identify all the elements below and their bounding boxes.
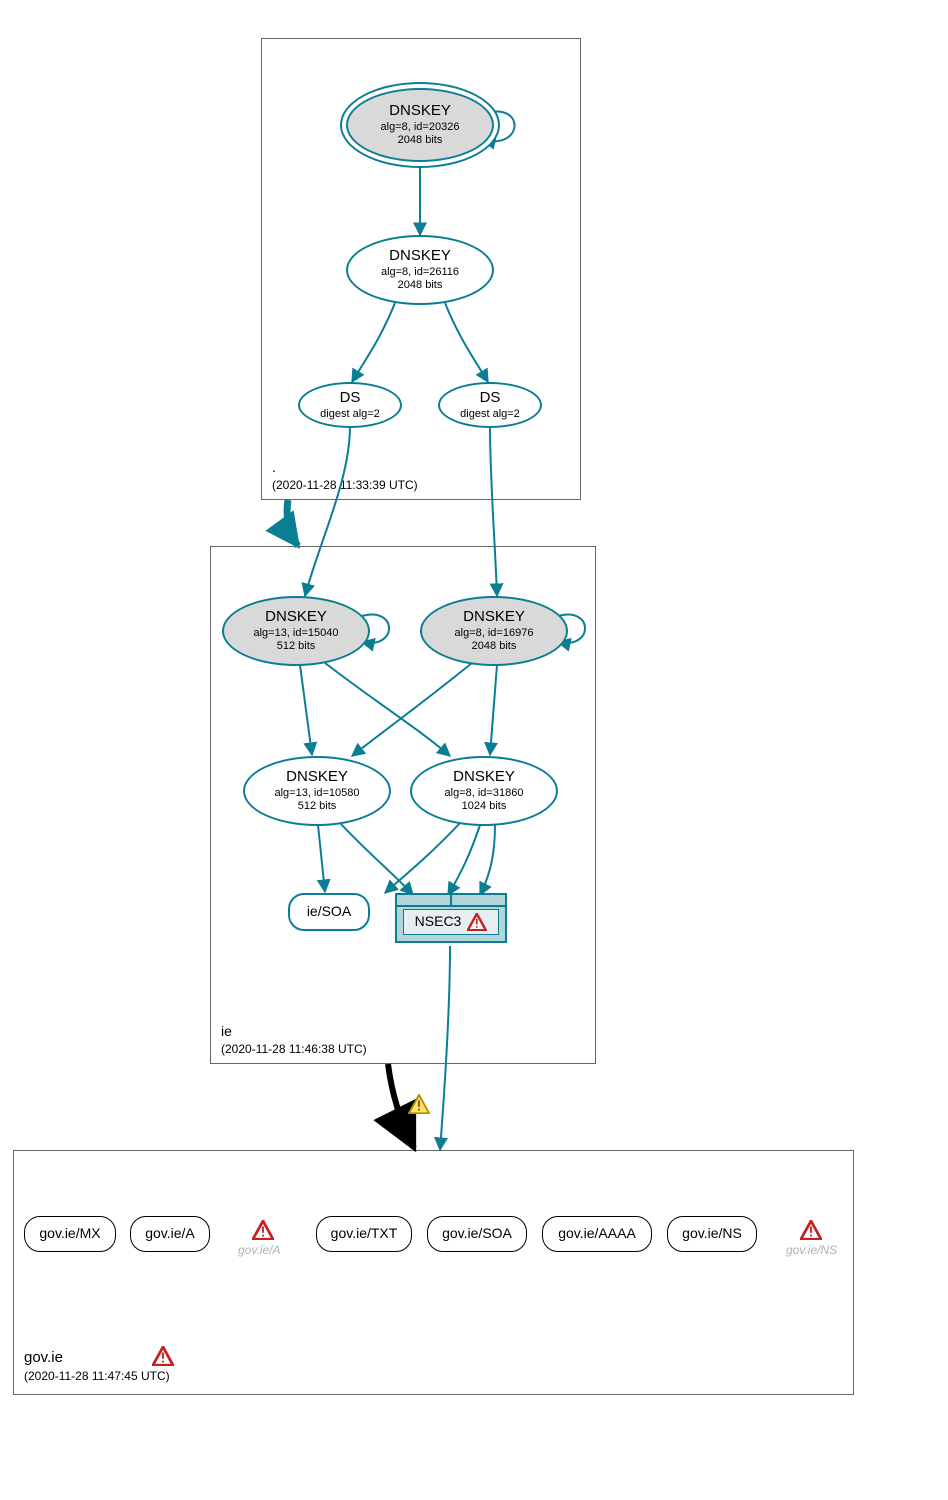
node-root-ksk[interactable]: DNSKEY alg=8, id=20326 2048 bits: [346, 88, 494, 162]
label: gov.ie/AAAA: [558, 1225, 636, 1243]
label: alg=13, id=10580: [274, 787, 359, 801]
node-root-ds-right[interactable]: DS digest alg=2: [438, 382, 542, 428]
label: alg=13, id=15040: [253, 627, 338, 641]
label: alg=8, id=20326: [381, 121, 460, 135]
node-ie-soa[interactable]: ie/SOA: [288, 893, 370, 931]
label: 512 bits: [298, 800, 337, 814]
node-gov-a[interactable]: gov.ie/A: [130, 1216, 210, 1252]
label: 1024 bits: [462, 800, 507, 814]
zone-label-root: . (2020-11-28 11:33:39 UTC): [272, 458, 418, 493]
node-gov-ns[interactable]: gov.ie/NS: [667, 1216, 757, 1252]
label: digest alg=2: [320, 408, 380, 422]
label: digest alg=2: [460, 408, 520, 422]
label: 2048 bits: [398, 134, 443, 148]
zone-title-gov: gov.ie: [24, 1348, 170, 1368]
zone-timestamp-gov: (2020-11-28 11:47:45 UTC): [24, 1368, 170, 1384]
node-gov-soa[interactable]: gov.ie/SOA: [427, 1216, 527, 1252]
label: DNSKEY: [463, 608, 525, 627]
label: gov.ie/SOA: [442, 1225, 512, 1243]
error-icon: [467, 913, 487, 931]
zone-label-ie: ie (2020-11-28 11:46:38 UTC): [221, 1022, 367, 1057]
node-ghost-ns: gov.ie/NS: [786, 1243, 837, 1257]
node-root-zsk[interactable]: DNSKEY alg=8, id=26116 2048 bits: [346, 235, 494, 305]
label: DS: [480, 389, 501, 408]
label: DNSKEY: [286, 768, 348, 787]
warning-icon: [408, 1094, 430, 1114]
label: alg=8, id=16976: [455, 627, 534, 641]
error-icon: [800, 1220, 822, 1240]
node-ghost-a: gov.ie/A: [238, 1243, 280, 1257]
node-gov-aaaa[interactable]: gov.ie/AAAA: [542, 1216, 652, 1252]
zone-title-ie: ie: [221, 1022, 367, 1041]
error-icon: [252, 1220, 274, 1240]
node-gov-mx[interactable]: gov.ie/MX: [24, 1216, 116, 1252]
label: NSEC3: [415, 913, 462, 931]
label: 2048 bits: [398, 279, 443, 293]
error-icon: [152, 1346, 174, 1366]
label: DNSKEY: [265, 608, 327, 627]
node-ie-zsk-right[interactable]: DNSKEY alg=8, id=31860 1024 bits: [410, 756, 558, 826]
node-gov-txt[interactable]: gov.ie/TXT: [316, 1216, 412, 1252]
node-root-ds-left[interactable]: DS digest alg=2: [298, 382, 402, 428]
node-ie-ksk-right[interactable]: DNSKEY alg=8, id=16976 2048 bits: [420, 596, 568, 666]
label: alg=8, id=26116: [381, 266, 459, 280]
label: gov.ie/NS: [682, 1225, 742, 1243]
label: gov.ie/NS: [786, 1243, 837, 1257]
zone-label-gov: gov.ie (2020-11-28 11:47:45 UTC): [24, 1348, 170, 1384]
node-ie-nsec3[interactable]: NSEC3: [395, 893, 507, 943]
label: alg=8, id=31860: [445, 787, 524, 801]
zone-box-gov: gov.ie (2020-11-28 11:47:45 UTC): [13, 1150, 854, 1395]
node-ie-zsk-left[interactable]: DNSKEY alg=13, id=10580 512 bits: [243, 756, 391, 826]
label: 512 bits: [277, 640, 316, 654]
label: gov.ie/A: [145, 1225, 195, 1243]
zone-title-root: .: [272, 458, 418, 477]
label: ie/SOA: [307, 903, 351, 921]
label: gov.ie/TXT: [331, 1225, 398, 1243]
label: DNSKEY: [453, 768, 515, 787]
label: gov.ie/A: [238, 1243, 280, 1257]
zone-timestamp-root: (2020-11-28 11:33:39 UTC): [272, 477, 418, 493]
node-ie-ksk-left[interactable]: DNSKEY alg=13, id=15040 512 bits: [222, 596, 370, 666]
label: 2048 bits: [472, 640, 517, 654]
diagram-canvas: . (2020-11-28 11:33:39 UTC) ie (2020-11-…: [0, 0, 948, 1500]
label: DS: [340, 389, 361, 408]
label: DNSKEY: [389, 247, 451, 266]
zone-timestamp-ie: (2020-11-28 11:46:38 UTC): [221, 1041, 367, 1057]
label: gov.ie/MX: [39, 1225, 100, 1243]
label: DNSKEY: [389, 102, 451, 121]
